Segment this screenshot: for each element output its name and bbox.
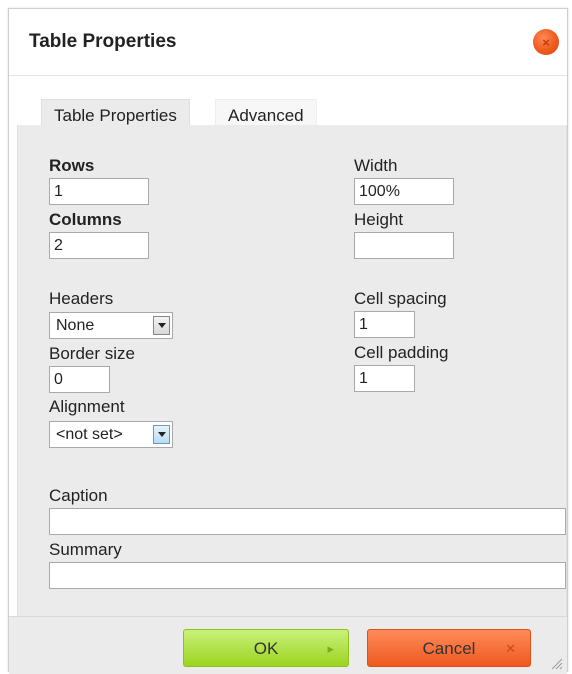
summary-input[interactable] [49, 562, 566, 589]
border-size-input[interactable] [49, 366, 110, 393]
resize-grip-icon[interactable] [549, 656, 563, 670]
columns-input[interactable] [49, 232, 149, 259]
width-input[interactable] [354, 178, 454, 205]
cell-spacing-input[interactable] [354, 311, 415, 338]
tab-bar: Table Properties Advanced [17, 85, 567, 131]
headers-label: Headers [49, 289, 114, 308]
dialog-footer: OK ▸ Cancel ✕ [9, 616, 567, 674]
summary-label: Summary [49, 540, 122, 559]
border-size-label: Border size [49, 344, 135, 363]
table-properties-dialog: Table Properties × Table Properties Adva… [8, 8, 568, 674]
cancel-button-label: Cancel [422, 639, 476, 658]
height-input[interactable] [354, 232, 454, 259]
cell-spacing-label: Cell spacing [354, 289, 447, 308]
cell-padding-label: Cell padding [354, 343, 449, 362]
columns-label: Columns [49, 210, 122, 229]
ok-button-label: OK [253, 639, 279, 658]
dialog-titlebar[interactable]: Table Properties × [9, 9, 567, 76]
close-icon: × [542, 34, 550, 50]
headers-select-value: None [56, 317, 95, 334]
headers-select[interactable]: None [49, 312, 173, 339]
width-label: Width [354, 156, 398, 175]
dialog-title: Table Properties [29, 31, 177, 52]
alignment-select-value: <not set> [56, 426, 123, 443]
cancel-button[interactable]: Cancel ✕ [367, 629, 531, 667]
rows-label: Rows [49, 156, 95, 175]
arrow-right-icon: ▸ [327, 641, 334, 656]
close-button[interactable]: × [533, 29, 559, 55]
caption-input[interactable] [49, 508, 566, 535]
close-icon: ✕ [505, 641, 516, 656]
chevron-down-icon [153, 425, 170, 444]
alignment-label: Alignment [49, 397, 125, 416]
cell-padding-input[interactable] [354, 365, 415, 392]
height-label: Height [354, 210, 404, 229]
alignment-select[interactable]: <not set> [49, 421, 173, 448]
tab-panel: Rows Columns Headers None Border size Al… [17, 125, 567, 616]
ok-button[interactable]: OK ▸ [183, 629, 349, 667]
chevron-down-icon [153, 316, 170, 335]
rows-input[interactable] [49, 178, 149, 205]
caption-label: Caption [49, 486, 108, 505]
